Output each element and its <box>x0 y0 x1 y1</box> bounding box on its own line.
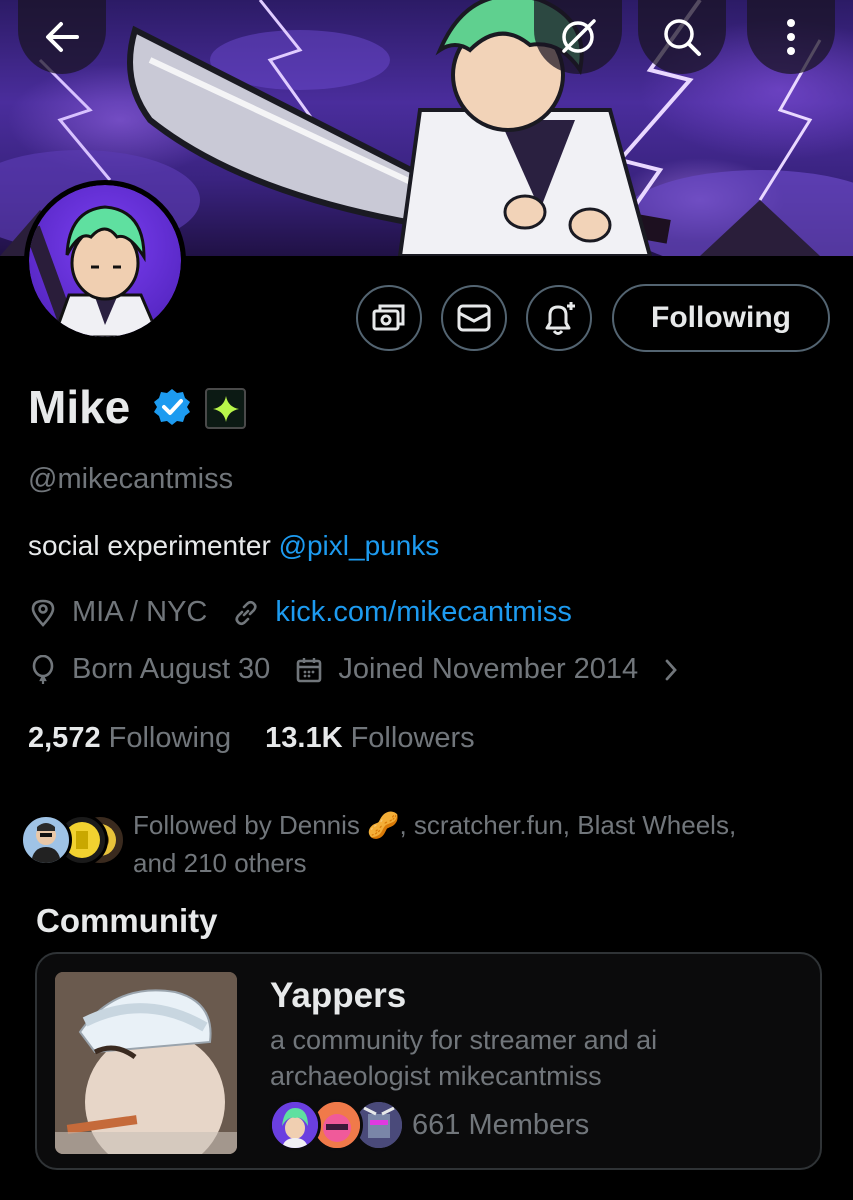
community-image <box>55 972 237 1154</box>
profile-name: Mike <box>28 381 131 433</box>
community-name: Yappers <box>270 976 407 1015</box>
avatar-image <box>29 205 161 337</box>
followed-by-line-1: Followed by Dennis 🥜, scratcher.fun, Bla… <box>133 810 737 840</box>
grok-icon <box>562 19 596 53</box>
search-icon <box>664 19 701 56</box>
community-member-avatars <box>269 1099 405 1153</box>
profile-location: MIA / NYC <box>72 596 208 628</box>
profile-joined-date: Joined November 2014 <box>338 653 639 685</box>
community-description: a community for streamer and ai archaeol… <box>270 1025 658 1091</box>
following-label: Following <box>108 722 232 754</box>
affiliate-badge[interactable] <box>205 388 246 429</box>
followers-label: Followers <box>350 722 475 754</box>
profile-meta-dates-row: Born August 30 Joined November 2014 <box>28 653 700 686</box>
member-avatar-1 <box>269 1099 321 1151</box>
following-button[interactable]: Following <box>612 284 830 352</box>
bell-plus-icon <box>545 302 575 335</box>
following-stat[interactable]: 2,572 Following <box>28 722 231 755</box>
notifications-button[interactable] <box>526 285 592 351</box>
community-card[interactable]: Yappers a community for streamer and ai … <box>35 952 822 1170</box>
profile-website-link[interactable]: kick.com/mikecantmiss <box>275 596 572 629</box>
money-icon <box>372 304 405 331</box>
community-member-count: 661 Members <box>412 1109 590 1141</box>
bio-mention-link[interactable]: @pixl_punks <box>279 530 440 561</box>
profile-handle: @mikecantmiss <box>28 463 234 495</box>
bio-text: social experimenter <box>28 530 279 561</box>
followed-by-text[interactable]: Followed by Dennis 🥜, scratcher.fun, Bla… <box>133 806 833 882</box>
profile-avatar[interactable] <box>24 180 186 342</box>
subscribe-button[interactable] <box>356 285 422 351</box>
profile-meta-location-row: MIA / NYC kick.com/mikecantmiss <box>28 596 572 629</box>
chevron-right-icon[interactable] <box>656 655 686 685</box>
more-vertical-icon <box>787 19 795 55</box>
followers-count: 13.1K <box>265 722 343 754</box>
followed-by-line-2: and 210 others <box>133 848 307 878</box>
message-button[interactable] <box>441 285 507 351</box>
profile-birthday: Born August 30 <box>72 653 271 685</box>
verified-badge-icon[interactable] <box>152 387 192 427</box>
followed-by-avatars[interactable] <box>20 814 130 868</box>
profile-bio: social experimenter @pixl_punks <box>28 530 439 562</box>
followers-stat[interactable]: 13.1K Followers <box>265 722 475 755</box>
following-count: 2,572 <box>28 722 101 754</box>
follow-stats: 2,572 Following 13.1K Followers <box>28 722 475 755</box>
sparkle-icon <box>212 395 239 422</box>
balloon-icon <box>28 654 58 685</box>
envelope-icon <box>457 304 491 332</box>
follower-avatar-1 <box>20 814 72 866</box>
location-pin-icon <box>28 598 58 628</box>
community-section-title: Community <box>36 902 218 939</box>
link-icon <box>231 598 261 628</box>
calendar-icon <box>294 655 324 685</box>
arrow-left-icon <box>46 22 79 52</box>
